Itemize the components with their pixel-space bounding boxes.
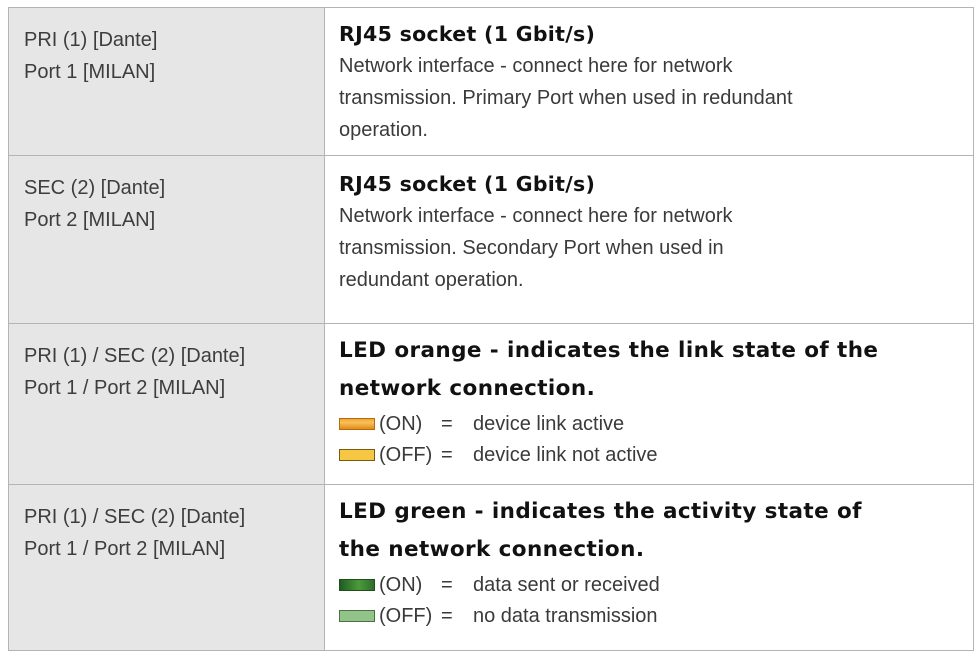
equals-sign: = xyxy=(441,604,453,627)
port-label-cell: PRI (1) [Dante] Port 1 [MILAN] xyxy=(8,7,325,156)
green-led-off-swatch xyxy=(339,609,375,622)
orange-led-off-swatch xyxy=(339,448,375,461)
led-legend-item: (OFF) = device link not active xyxy=(339,439,963,470)
description-cell: LED orange - indicates the link state of… xyxy=(324,323,974,485)
led-meaning: data sent or received xyxy=(473,573,660,596)
led-heading-line: LED green - indicates the activity state… xyxy=(339,499,862,524)
description-line: Network interface - connect here for net… xyxy=(339,55,733,77)
led-heading-line: LED orange - indicates the link state of… xyxy=(339,338,879,363)
port-label-line: PRI (1) [Dante] xyxy=(24,29,158,51)
description-heading: RJ45 socket (1 Gbit/s) xyxy=(339,22,596,46)
led-state: (ON) xyxy=(379,573,423,596)
table-row: PRI (1) / SEC (2) [Dante] Port 1 / Port … xyxy=(8,484,974,651)
green-led-on-swatch xyxy=(339,578,375,591)
port-label-line: Port 2 [MILAN] xyxy=(24,209,156,231)
led-legend-item: (ON) = data sent or received xyxy=(339,569,963,600)
port-label-cell: PRI (1) / SEC (2) [Dante] Port 1 / Port … xyxy=(8,323,325,485)
port-label-cell: SEC (2) [Dante] Port 2 [MILAN] xyxy=(8,155,325,324)
table-row: PRI (1) / SEC (2) [Dante] Port 1 / Port … xyxy=(8,323,974,485)
led-meaning: no data transmission xyxy=(473,604,658,627)
description-heading: RJ45 socket (1 Gbit/s) xyxy=(339,172,596,196)
orange-led-on-swatch xyxy=(339,417,375,430)
table-row: SEC (2) [Dante] Port 2 [MILAN] RJ45 sock… xyxy=(8,155,974,324)
port-label-line: PRI (1) / SEC (2) [Dante] xyxy=(24,506,246,528)
led-meaning: device link active xyxy=(473,412,625,435)
port-label-line: Port 1 [MILAN] xyxy=(24,61,156,83)
port-label-line: PRI (1) / SEC (2) [Dante] xyxy=(24,345,246,367)
equals-sign: = xyxy=(441,573,453,596)
description-line: transmission. Primary Port when used in … xyxy=(339,87,793,109)
description-cell: RJ45 socket (1 Gbit/s) Network interface… xyxy=(324,7,974,156)
led-state: (OFF) xyxy=(379,443,433,466)
port-label-line: Port 1 / Port 2 [MILAN] xyxy=(24,377,226,399)
equals-sign: = xyxy=(441,412,453,435)
equals-sign: = xyxy=(441,443,453,466)
description-line: redundant operation. xyxy=(339,269,524,291)
port-label-cell: PRI (1) / SEC (2) [Dante] Port 1 / Port … xyxy=(8,484,325,651)
network-ports-table: PRI (1) [Dante] Port 1 [MILAN] RJ45 sock… xyxy=(8,7,974,651)
description-line: transmission. Secondary Port when used i… xyxy=(339,237,724,259)
led-state: (ON) xyxy=(379,412,423,435)
led-heading-line: network connection. xyxy=(339,376,596,401)
description-line: operation. xyxy=(339,119,428,141)
description-cell: LED green - indicates the activity state… xyxy=(324,484,974,651)
port-label-line: SEC (2) [Dante] xyxy=(24,177,166,199)
led-meaning: device link not active xyxy=(473,443,658,466)
table-row: PRI (1) [Dante] Port 1 [MILAN] RJ45 sock… xyxy=(8,7,974,156)
led-heading-line: the network connection. xyxy=(339,537,645,562)
description-cell: RJ45 socket (1 Gbit/s) Network interface… xyxy=(324,155,974,324)
led-legend-item: (OFF) = no data transmission xyxy=(339,600,963,631)
led-state: (OFF) xyxy=(379,604,433,627)
port-label-line: Port 1 / Port 2 [MILAN] xyxy=(24,538,226,560)
description-line: Network interface - connect here for net… xyxy=(339,205,733,227)
led-legend-item: (ON) = device link active xyxy=(339,408,963,439)
